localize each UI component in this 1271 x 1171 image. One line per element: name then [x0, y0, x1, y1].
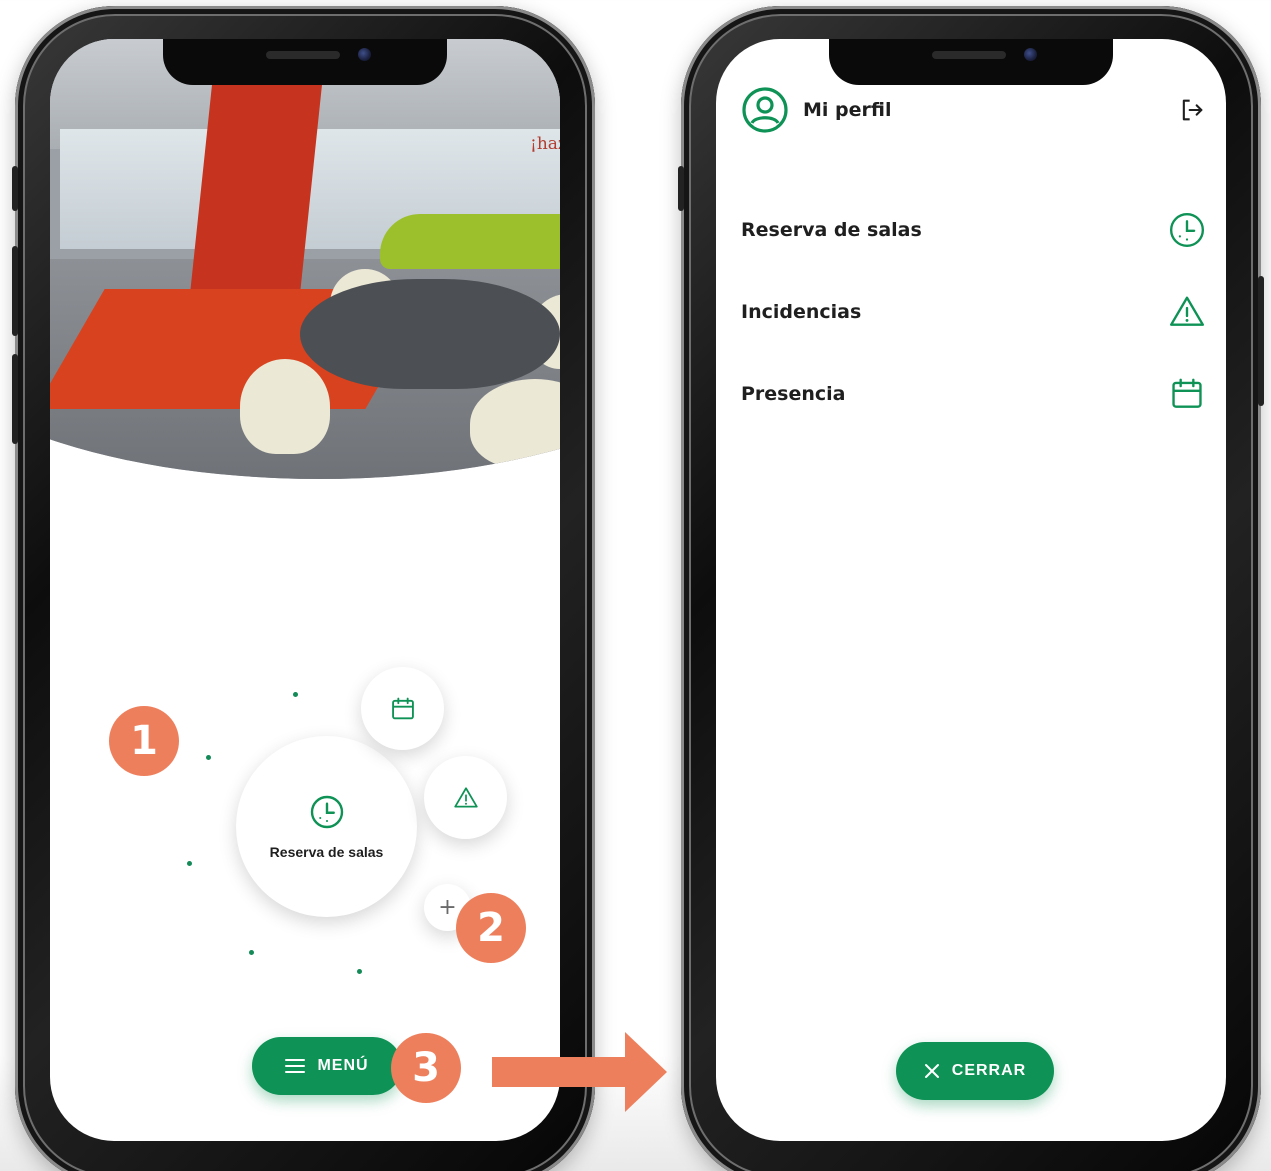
mute-switch [678, 166, 684, 211]
clock-icon [1169, 212, 1205, 248]
profile-row[interactable]: Mi perfil [741, 84, 1206, 136]
mute-switch [12, 166, 18, 211]
photo-green-sofa [380, 214, 560, 269]
warning-icon [453, 786, 478, 808]
reserva-de-salas-bubble[interactable]: Reserva de salas [236, 736, 417, 917]
main-menu-list: Reserva de salas Incidencias Presencia [741, 189, 1206, 435]
warning-icon [1169, 296, 1205, 326]
phone-frame-right: Mi perfil Reserva de salas Incidencias P… [678, 6, 1264, 1171]
photo-chair [240, 359, 330, 454]
decor-dot [249, 950, 254, 955]
right-arrow-icon [492, 1032, 667, 1112]
menu-item-incidencias[interactable]: Incidencias [741, 271, 1206, 353]
calendar-icon [1172, 378, 1202, 408]
menu-button[interactable]: MENÚ [252, 1037, 402, 1095]
speaker-grille [932, 51, 1006, 59]
front-camera [1024, 48, 1037, 61]
logout-icon[interactable] [1178, 96, 1206, 124]
volume-down-button [12, 354, 18, 444]
decor-dot [357, 969, 362, 974]
decor-dot [187, 861, 192, 866]
volume-up-button [12, 246, 18, 336]
home-screen: ¡hazlo! Reserva de salas [50, 39, 560, 1141]
calendar-icon [391, 697, 414, 719]
plus-icon: + [438, 894, 457, 920]
annotation-badge-2: 2 [456, 893, 526, 963]
menu-item-presencia[interactable]: Presencia [741, 353, 1206, 435]
menu-item-label: Presencia [741, 383, 846, 405]
decor-dot [293, 692, 298, 697]
photo-table [300, 279, 560, 389]
incidencias-bubble[interactable] [424, 756, 507, 839]
office-photo: ¡hazlo! [50, 39, 560, 479]
user-circle-icon [742, 87, 788, 133]
menu-item-label: Reserva de salas [741, 219, 922, 241]
close-button-label: CERRAR [951, 1062, 1027, 1079]
hamburger-icon [285, 1059, 306, 1073]
front-camera [358, 48, 371, 61]
presencia-bubble[interactable] [361, 667, 444, 750]
photo-sign-text: ¡hazlo! [530, 134, 560, 154]
close-icon [924, 1064, 939, 1078]
bubble-main-label: Reserva de salas [269, 843, 384, 860]
notch [163, 39, 447, 85]
menu-item-reserva-de-salas[interactable]: Reserva de salas [741, 189, 1206, 271]
decor-dot [206, 755, 211, 760]
notch [829, 39, 1113, 85]
power-button [1258, 276, 1264, 406]
close-button[interactable]: CERRAR [896, 1042, 1054, 1100]
phone-frame-left: ¡hazlo! Reserva de salas [12, 6, 595, 1171]
menu-screen: Mi perfil Reserva de salas Incidencias P… [716, 39, 1226, 1141]
annotation-badge-1: 1 [109, 706, 179, 776]
clock-icon [310, 795, 343, 828]
annotation-badge-3: 3 [391, 1033, 461, 1103]
profile-label: Mi perfil [803, 99, 892, 121]
menu-item-label: Incidencias [741, 301, 862, 323]
menu-button-label: MENÚ [317, 1057, 369, 1074]
speaker-grille [266, 51, 340, 59]
